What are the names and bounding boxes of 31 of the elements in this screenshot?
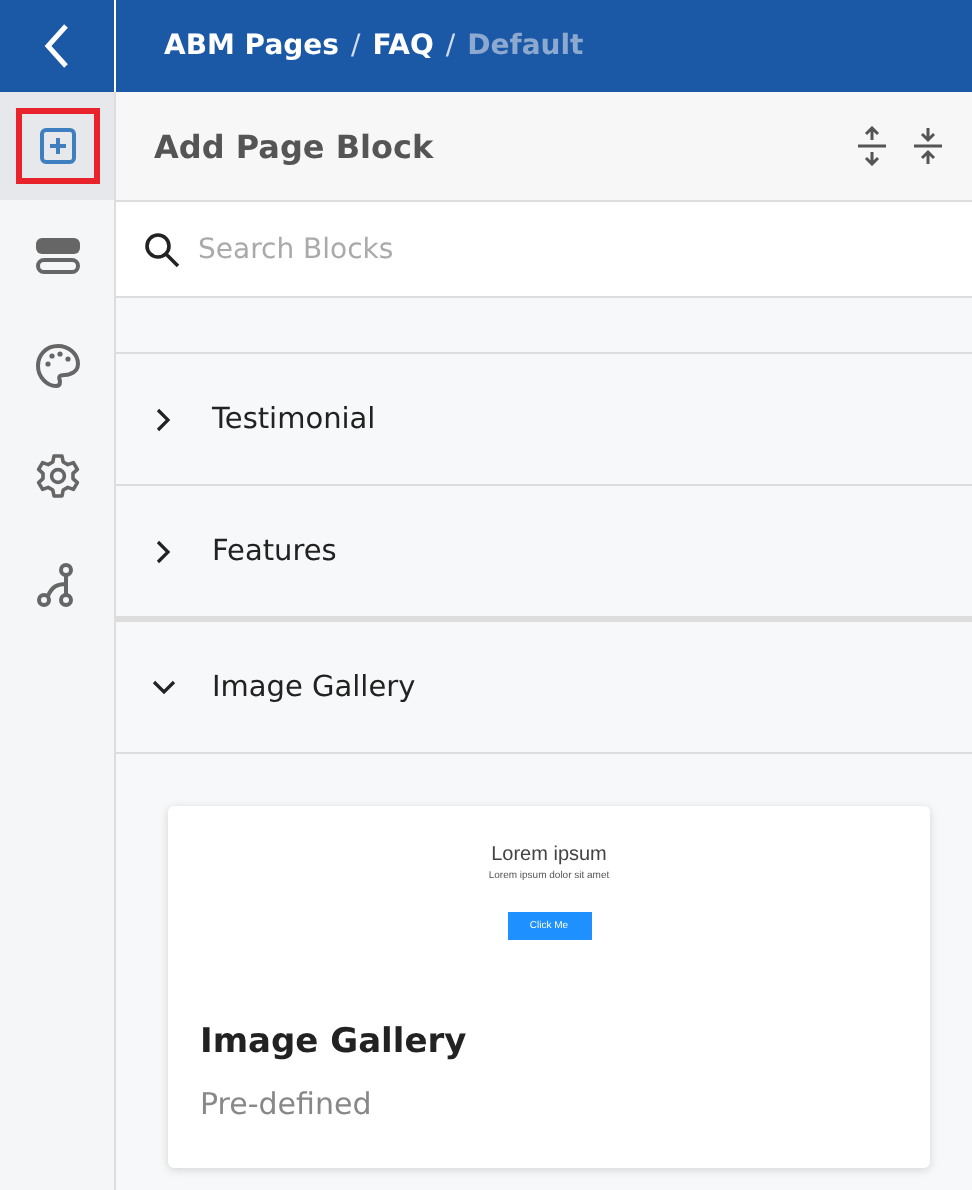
chevron-right-icon	[154, 405, 174, 433]
breadcrumb-current: Default	[467, 30, 584, 62]
chevron-right-icon	[154, 537, 174, 565]
category-label: Testimonial	[212, 403, 376, 435]
breadcrumb-link[interactable]: FAQ	[372, 30, 434, 62]
block-category[interactable]: Image Gallery	[116, 618, 972, 754]
back-button[interactable]	[43, 22, 71, 70]
chevron-left-icon	[43, 22, 71, 70]
branch-icon	[35, 561, 79, 609]
template-title: Image Gallery	[200, 1022, 469, 1062]
expand-icon	[856, 126, 888, 166]
layout-icon	[33, 235, 81, 275]
add-icon	[37, 126, 77, 166]
breadcrumb-separator: /	[351, 30, 361, 62]
preview-heading: Lorem ipsum	[491, 844, 607, 866]
category-label: Features	[212, 535, 337, 567]
collapse-icon	[912, 126, 944, 166]
search-input[interactable]: Search Blocks	[194, 231, 802, 267]
panel-title: Add Page Block	[154, 127, 436, 165]
search-icon	[144, 231, 180, 267]
chevron-down-icon	[150, 677, 178, 697]
settings-icon	[33, 451, 81, 499]
template-subtitle: Pre-defined	[200, 1086, 374, 1122]
block-category[interactable]: Features	[116, 486, 972, 618]
block-category[interactable]: Testimonial	[116, 352, 972, 486]
category-label: Image Gallery	[212, 671, 416, 703]
breadcrumb-link[interactable]: ABM Pages	[164, 30, 339, 62]
search-bar[interactable]: Search Blocks	[116, 202, 972, 298]
sidebar-button[interactable]	[15, 108, 99, 184]
palette-icon	[33, 341, 81, 389]
breadcrumb-separator: /	[445, 30, 456, 62]
